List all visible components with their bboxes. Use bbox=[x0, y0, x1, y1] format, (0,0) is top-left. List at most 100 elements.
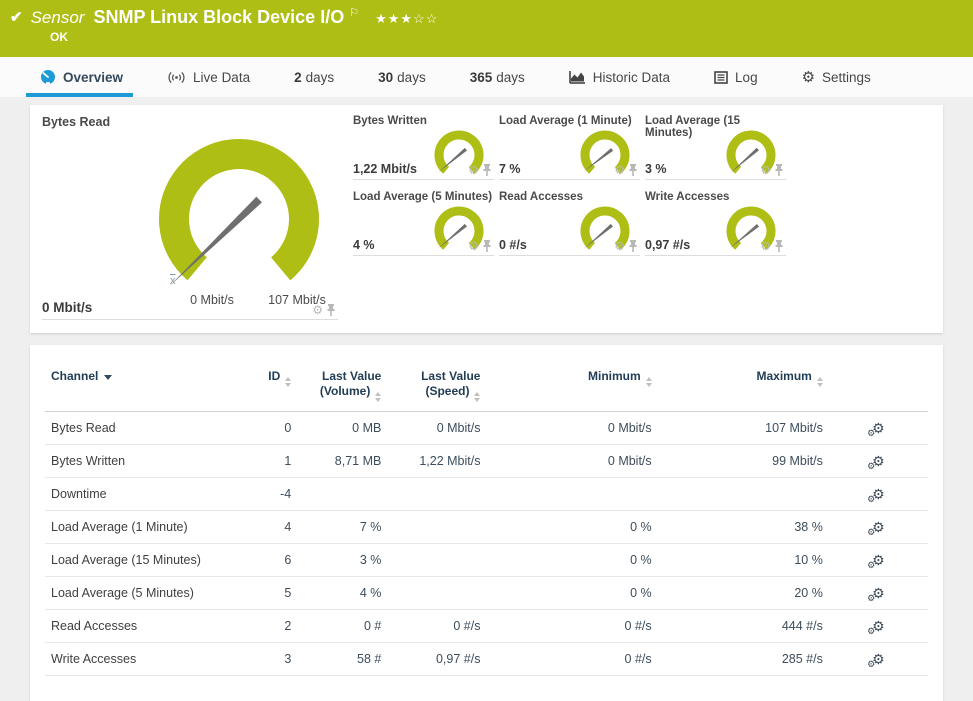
priority-stars[interactable]: ★★★☆☆ bbox=[375, 11, 438, 27]
table-row: Downtime -4 ⚙⚙ bbox=[45, 478, 928, 511]
pin-icon[interactable] bbox=[326, 304, 336, 316]
gauge-settings-gear-icon[interactable]: ⚙ bbox=[614, 239, 625, 253]
gauge-tile-bytes-read: Bytes Read x 0 Mbit/s 107 Mbit/s 0 Mbit/… bbox=[42, 115, 338, 320]
gauge-settings-gear-icon[interactable]: ⚙ bbox=[468, 163, 479, 177]
last-value-speed: 1,22 Mbit/s bbox=[387, 445, 486, 478]
stars-empty: ☆☆ bbox=[413, 11, 438, 26]
gauge-settings-gear-icon[interactable]: ⚙ bbox=[468, 239, 479, 253]
column-header-channel[interactable]: Channel bbox=[45, 359, 243, 412]
maximum-value: 285 #/s bbox=[658, 643, 829, 676]
channel-settings-icon[interactable]: ⚙⚙ bbox=[872, 552, 885, 569]
pin-icon[interactable] bbox=[628, 240, 638, 252]
gauge-tile-read-accesses: Read Accesses 0 #/s ⚙ bbox=[499, 191, 640, 256]
sort-icon bbox=[817, 377, 823, 387]
tab-label: Overview bbox=[63, 70, 123, 85]
channel-name: Read Accesses bbox=[45, 610, 243, 643]
gauge-icon bbox=[40, 69, 56, 85]
priority-flag-icon[interactable]: ⚐ bbox=[349, 6, 359, 19]
minimum-value: 0 #/s bbox=[486, 643, 657, 676]
gauge-current-value: 0,97 #/s bbox=[645, 238, 690, 252]
table-header-row: Channel ID Last Value(Volume) Last Value… bbox=[45, 359, 928, 412]
maximum-value bbox=[658, 478, 829, 511]
tab-bar: Overview Live Data 2 days 30 days 365 da… bbox=[0, 57, 973, 97]
last-value-volume bbox=[297, 478, 387, 511]
channel-id: 5 bbox=[243, 577, 297, 610]
tab-number: 2 bbox=[294, 70, 302, 85]
gauge-settings-gear-icon[interactable]: ⚙ bbox=[614, 163, 625, 177]
channel-settings-icon[interactable]: ⚙⚙ bbox=[872, 651, 885, 668]
last-value-volume: 58 # bbox=[297, 643, 387, 676]
tab-2-days[interactable]: 2 days bbox=[294, 57, 334, 97]
sort-desc-icon bbox=[104, 375, 112, 380]
bytes-read-gauge bbox=[139, 127, 339, 307]
minimum-value bbox=[486, 478, 657, 511]
tab-label: Historic Data bbox=[593, 70, 670, 85]
tab-overview[interactable]: Overview bbox=[40, 57, 123, 97]
column-header-minimum[interactable]: Minimum bbox=[486, 359, 657, 412]
gauge-current-value: 4 % bbox=[353, 238, 375, 252]
gear-icon: ⚙ bbox=[802, 68, 815, 86]
channel-id: 6 bbox=[243, 544, 297, 577]
gauge-tile-bytes-written: Bytes Written 1,22 Mbit/s ⚙ bbox=[353, 115, 494, 180]
column-header-last-value-volume[interactable]: Last Value(Volume) bbox=[297, 359, 387, 412]
tab-number: 30 bbox=[378, 70, 393, 85]
minimum-value: 0 Mbit/s bbox=[486, 445, 657, 478]
table-row: Load Average (1 Minute) 4 7 % 0 % 38 % ⚙… bbox=[45, 511, 928, 544]
channel-id: 4 bbox=[243, 511, 297, 544]
tab-log[interactable]: Log bbox=[714, 57, 758, 97]
object-kind-label: Sensor bbox=[31, 8, 85, 28]
column-header-maximum[interactable]: Maximum bbox=[658, 359, 829, 412]
maximum-value: 38 % bbox=[658, 511, 829, 544]
column-header-actions bbox=[829, 359, 928, 412]
channel-settings-icon[interactable]: ⚙⚙ bbox=[872, 453, 885, 470]
channel-settings-icon[interactable]: ⚙⚙ bbox=[872, 486, 885, 503]
pin-icon[interactable] bbox=[774, 240, 784, 252]
sort-icon bbox=[375, 392, 381, 402]
tab-live-data[interactable]: Live Data bbox=[167, 57, 250, 97]
minimum-value: 0 % bbox=[486, 577, 657, 610]
channel-name: Load Average (1 Minute) bbox=[45, 511, 243, 544]
last-value-speed bbox=[387, 511, 486, 544]
pin-icon[interactable] bbox=[628, 164, 638, 176]
tab-settings[interactable]: ⚙ Settings bbox=[802, 57, 871, 97]
gear-small-icon: ⚙ bbox=[867, 560, 875, 571]
channel-settings-icon[interactable]: ⚙⚙ bbox=[872, 618, 885, 635]
tab-historic-data[interactable]: Historic Data bbox=[569, 57, 670, 97]
status-badge: OK bbox=[50, 30, 68, 44]
channel-settings-icon[interactable]: ⚙⚙ bbox=[872, 519, 885, 536]
tab-label: Log bbox=[735, 70, 758, 85]
last-value-volume: 0 MB bbox=[297, 412, 387, 445]
last-value-speed bbox=[387, 478, 486, 511]
pin-icon[interactable] bbox=[482, 164, 492, 176]
gauge-settings-gear-icon[interactable]: ⚙ bbox=[760, 239, 771, 253]
column-label: Last Value bbox=[303, 369, 381, 383]
last-value-speed: 0 #/s bbox=[387, 610, 486, 643]
tab-365-days[interactable]: 365 days bbox=[470, 57, 525, 97]
channel-settings-icon[interactable]: ⚙⚙ bbox=[872, 420, 885, 437]
gauge-settings-gear-icon[interactable]: ⚙ bbox=[312, 303, 323, 317]
broadcast-icon bbox=[167, 71, 186, 84]
maximum-value: 107 Mbit/s bbox=[658, 412, 829, 445]
minimum-value: 0 % bbox=[486, 511, 657, 544]
pin-icon[interactable] bbox=[774, 164, 784, 176]
gauge-settings-gear-icon[interactable]: ⚙ bbox=[760, 163, 771, 177]
column-header-last-value-speed[interactable]: Last Value(Speed) bbox=[387, 359, 486, 412]
gear-small-icon: ⚙ bbox=[867, 593, 875, 604]
pin-icon[interactable] bbox=[482, 240, 492, 252]
historic-chart-icon bbox=[569, 70, 586, 84]
channel-name: Load Average (15 Minutes) bbox=[45, 544, 243, 577]
maximum-value: 99 Mbit/s bbox=[658, 445, 829, 478]
sensor-header: ✔ Sensor SNMP Linux Block Device I/O ⚐ ★… bbox=[0, 0, 973, 57]
column-sublabel: (Volume) bbox=[320, 384, 370, 398]
channel-id: 3 bbox=[243, 643, 297, 676]
channel-settings-icon[interactable]: ⚙⚙ bbox=[872, 585, 885, 602]
gear-small-icon: ⚙ bbox=[867, 428, 875, 439]
channel-name: Downtime bbox=[45, 478, 243, 511]
last-value-speed bbox=[387, 577, 486, 610]
gauge-tile-write-accesses: Write Accesses 0,97 #/s ⚙ bbox=[645, 191, 786, 256]
tab-30-days[interactable]: 30 days bbox=[378, 57, 426, 97]
column-header-id[interactable]: ID bbox=[243, 359, 297, 412]
column-label: Last Value bbox=[393, 369, 480, 383]
gear-small-icon: ⚙ bbox=[867, 527, 875, 538]
sort-icon bbox=[285, 377, 291, 387]
